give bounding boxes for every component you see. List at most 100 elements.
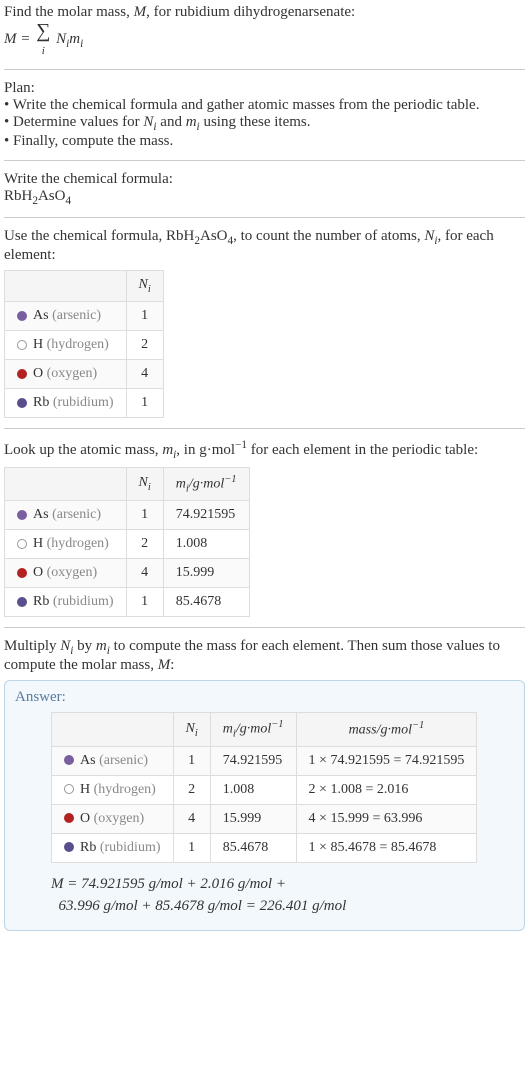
m-value: 74.921595 [210, 746, 296, 775]
m-value: 85.4678 [163, 588, 249, 617]
element-bullet [17, 510, 27, 520]
element-cell: As (arsenic) [5, 501, 127, 530]
table-header-row: Ni mi/g·mol−1 [5, 467, 250, 500]
intro-text: Find the molar mass, [4, 4, 134, 20]
symbol-M: M [134, 4, 147, 20]
lookup-text: Look up the atomic mass, mi, in g·mol−1 … [4, 439, 525, 461]
table-row: O (oxygen) 4 15.999 [5, 559, 250, 588]
n-value: 1 [173, 833, 210, 862]
answer-table: Ni mi/g·mol−1 mass/g·mol−1 As (arsenic) … [51, 712, 477, 862]
mass-value: 1 × 74.921595 = 74.921595 [296, 746, 477, 775]
ni-header: Ni [173, 713, 210, 746]
m-value: 1.008 [210, 775, 296, 804]
intro-section: Find the molar mass, M, for rubidium dih… [4, 4, 525, 59]
n-value: 2 [126, 330, 163, 359]
element-cell: Rb (rubidium) [5, 388, 127, 417]
plan-bullet-3: • Finally, compute the mass. [4, 133, 525, 150]
element-cell: Rb (rubidium) [5, 588, 127, 617]
n-value: 1 [126, 501, 163, 530]
empty-header [52, 713, 174, 746]
mi-header: mi/g·mol−1 [210, 713, 296, 746]
table-row: H (hydrogen) 2 1.008 2 × 1.008 = 2.016 [52, 775, 477, 804]
n-value: 1 [173, 746, 210, 775]
sub-i2: i [80, 38, 83, 50]
element-cell: H (hydrogen) [52, 775, 174, 804]
n-value: 1 [126, 301, 163, 330]
table-row: As (arsenic) 1 74.921595 [5, 501, 250, 530]
ni-header: Ni [126, 271, 163, 302]
divider [4, 217, 525, 218]
element-bullet [17, 369, 27, 379]
element-cell: H (hydrogen) [5, 530, 127, 559]
table-row: Rb (rubidium) 1 85.4678 1 × 85.4678 = 85… [52, 833, 477, 862]
table-row: As (arsenic) 1 74.921595 1 × 74.921595 =… [52, 746, 477, 775]
divider [4, 69, 525, 70]
element-bullet [64, 813, 74, 823]
n-value: 4 [126, 359, 163, 388]
lookup-section: Look up the atomic mass, mi, in g·mol−1 … [4, 439, 525, 617]
mass-header: mass/g·mol−1 [296, 713, 477, 746]
sigma-sum: ∑i [36, 21, 50, 59]
element-bullet [17, 539, 27, 549]
mass-value: 2 × 1.008 = 2.016 [296, 775, 477, 804]
n-value: 2 [173, 775, 210, 804]
element-bullet [17, 398, 27, 408]
table-header-row: Ni [5, 271, 164, 302]
element-cell: O (oxygen) [52, 804, 174, 833]
element-bullet [64, 755, 74, 765]
element-bullet [17, 311, 27, 321]
element-bullet [17, 597, 27, 607]
element-bullet [17, 568, 27, 578]
n-value: 1 [126, 388, 163, 417]
mass-value: 4 × 15.999 = 63.996 [296, 804, 477, 833]
intro-text-2: , for rubidium dihydrogenarsenate: [146, 4, 355, 20]
formula-Ni: N [52, 31, 66, 47]
formula-M: M = [4, 31, 34, 47]
chemical-formula-section: Write the chemical formula: RbH2AsO4 [4, 171, 525, 207]
element-cell: As (arsenic) [5, 301, 127, 330]
m-value: 15.999 [163, 559, 249, 588]
element-cell: As (arsenic) [52, 746, 174, 775]
atom-count-table: Ni As (arsenic) 1 H (hydrogen) 2 O (oxyg… [4, 270, 164, 418]
element-bullet [64, 842, 74, 852]
divider [4, 160, 525, 161]
plan-header: Plan: [4, 80, 525, 97]
n-value: 2 [126, 530, 163, 559]
ni-header: Ni [126, 467, 163, 500]
mass-value: 1 × 85.4678 = 85.4678 [296, 833, 477, 862]
plan-bullet-2: • Determine values for Ni and mi using t… [4, 114, 525, 133]
plan-bullet-1: • Write the chemical formula and gather … [4, 97, 525, 114]
table-header-row: Ni mi/g·mol−1 mass/g·mol−1 [52, 713, 477, 746]
n-value: 4 [173, 804, 210, 833]
final-answer: M = 74.921595 g/mol + 2.016 g/mol + 63.9… [51, 873, 514, 918]
count-text: Use the chemical formula, RbH2AsO4, to c… [4, 228, 525, 264]
sigma-symbol: ∑ [36, 20, 50, 42]
table-row: O (oxygen) 4 15.999 4 × 15.999 = 63.996 [52, 804, 477, 833]
empty-header [5, 467, 127, 500]
m-value: 85.4678 [210, 833, 296, 862]
atomic-mass-table: Ni mi/g·mol−1 As (arsenic) 1 74.921595 H… [4, 467, 250, 617]
table-row: As (arsenic) 1 [5, 301, 164, 330]
element-cell: O (oxygen) [5, 359, 127, 388]
table-row: H (hydrogen) 2 [5, 330, 164, 359]
divider [4, 428, 525, 429]
element-bullet [64, 784, 74, 794]
answer-label: Answer: [15, 689, 514, 706]
table-row: Rb (rubidium) 1 [5, 388, 164, 417]
multiply-text: Multiply Ni by mi to compute the mass fo… [4, 638, 525, 674]
element-cell: H (hydrogen) [5, 330, 127, 359]
chemical-formula: RbH2AsO4 [4, 188, 525, 207]
element-bullet [17, 340, 27, 350]
table-row: Rb (rubidium) 1 85.4678 [5, 588, 250, 617]
answer-box: Answer: Ni mi/g·mol−1 mass/g·mol−1 As (a… [4, 680, 525, 930]
mi-header: mi/g·mol−1 [163, 467, 249, 500]
molar-mass-formula: M = ∑i Nimi [4, 31, 83, 47]
write-formula-header: Write the chemical formula: [4, 171, 525, 188]
element-cell: O (oxygen) [5, 559, 127, 588]
sigma-index: i [42, 45, 45, 57]
element-cell: Rb (rubidium) [52, 833, 174, 862]
table-row: H (hydrogen) 2 1.008 [5, 530, 250, 559]
m-value: 15.999 [210, 804, 296, 833]
empty-header [5, 271, 127, 302]
n-value: 4 [126, 559, 163, 588]
